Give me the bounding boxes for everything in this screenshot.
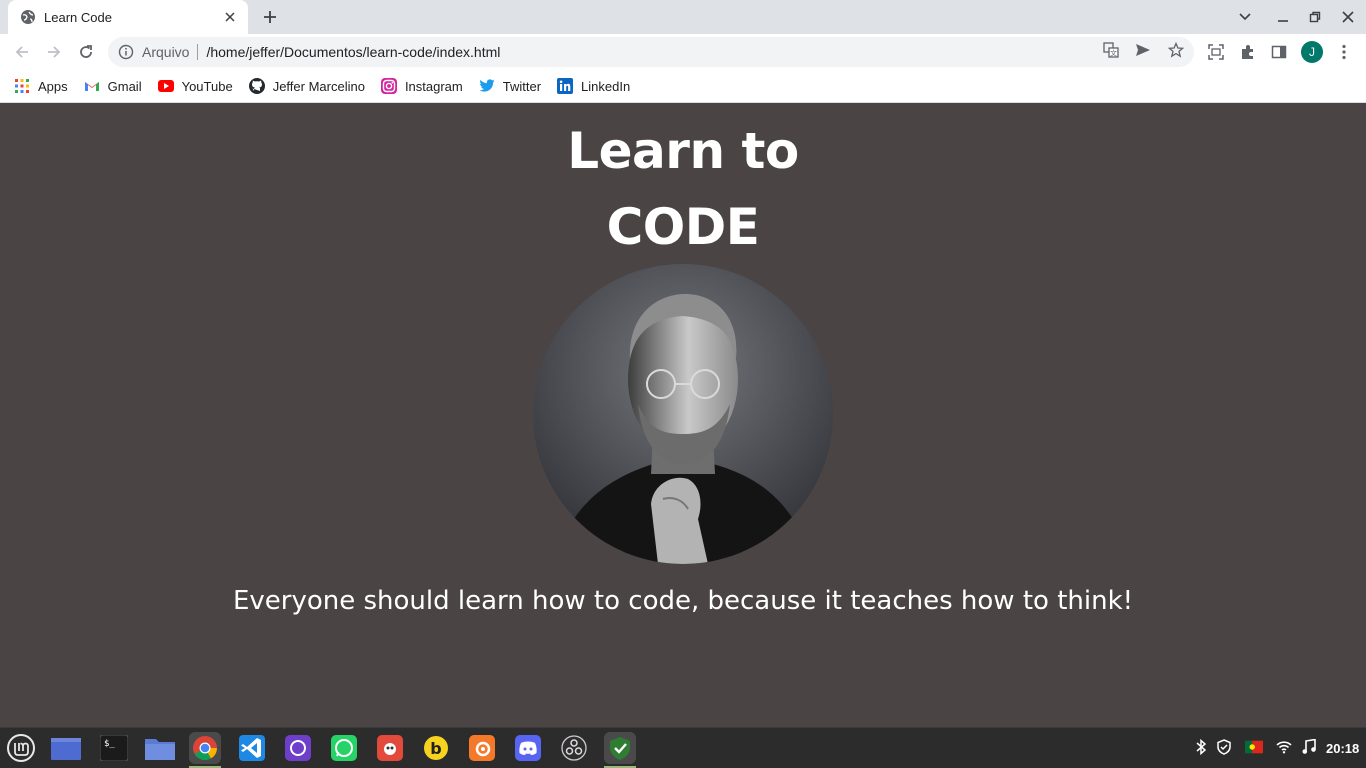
bookmark-label: Apps: [38, 78, 68, 94]
whatsapp-icon[interactable]: [328, 732, 360, 764]
blender-icon[interactable]: [466, 732, 498, 764]
update-shield-icon[interactable]: [1215, 738, 1233, 756]
bluetooth-icon[interactable]: [1192, 738, 1210, 756]
heading-line-1: Learn to: [567, 122, 799, 180]
github-icon: [248, 78, 265, 94]
discord-icon[interactable]: [512, 732, 544, 764]
shield-app-icon[interactable]: [604, 732, 636, 768]
bookmark-github[interactable]: Jeffer Marcelino: [248, 78, 365, 94]
new-tab-icon[interactable]: [259, 6, 281, 28]
svg-text:文: 文: [1110, 49, 1117, 58]
translate-icon[interactable]: 文: [1102, 41, 1120, 59]
heading-line-2: CODE: [606, 198, 760, 256]
reload-icon[interactable]: [74, 40, 98, 64]
bookmark-star-icon[interactable]: [1167, 41, 1185, 59]
bookmarks-bar: Apps Gmail YouTube Jeffer Marcelino Inst…: [0, 70, 1366, 103]
wifi-icon[interactable]: [1275, 738, 1293, 756]
bookmark-label: LinkedIn: [581, 78, 631, 94]
browser-toolbar: Arquivo /home/jeffer/Documentos/learn-co…: [0, 34, 1366, 70]
portrait-image: [533, 264, 833, 564]
bookmark-instagram[interactable]: Instagram: [380, 78, 463, 94]
terminal-icon[interactable]: $_: [98, 732, 130, 764]
omnibox-divider: [197, 44, 199, 60]
tab-title: Learn Code: [44, 9, 112, 25]
gimp-icon[interactable]: [374, 732, 406, 764]
browser-tab[interactable]: Learn Code: [8, 0, 248, 34]
apps-grid-icon: [14, 78, 30, 94]
profile-avatar[interactable]: J: [1301, 41, 1323, 63]
youtube-icon: [157, 78, 174, 94]
bookmark-linkedin[interactable]: LinkedIn: [557, 78, 630, 94]
mint-menu-icon[interactable]: [5, 732, 37, 764]
tab-search-icon[interactable]: [1234, 6, 1256, 28]
restore-icon[interactable]: [1304, 6, 1326, 28]
omnibox-url[interactable]: /home/jeffer/Documentos/learn-code/index…: [206, 44, 1194, 60]
side-panel-icon[interactable]: [1270, 43, 1288, 61]
minimize-icon[interactable]: [1272, 6, 1294, 28]
tagline: Everyone should learn how to code, becau…: [232, 586, 1134, 616]
globe-icon: [20, 9, 36, 25]
bookmark-twitter[interactable]: Twitter: [479, 78, 541, 94]
kebab-menu-icon[interactable]: [1335, 43, 1353, 61]
page-content: Learn to CODE Everyone should learn how …: [0, 104, 1366, 727]
twitter-icon: [479, 78, 495, 94]
close-tab-icon[interactable]: [222, 9, 238, 25]
instagram-icon: [380, 78, 397, 94]
obs-icon[interactable]: [558, 732, 590, 764]
files-icon[interactable]: [144, 732, 176, 764]
vscode-icon[interactable]: [236, 732, 268, 764]
taskbar: $_ b 20:18: [0, 727, 1366, 768]
bookmark-label: Instagram: [404, 78, 463, 94]
svg-text:b: b: [430, 739, 441, 758]
tab-strip: Learn Code: [0, 0, 1366, 34]
address-bar[interactable]: Arquivo /home/jeffer/Documentos/learn-co…: [108, 37, 1194, 67]
github-desktop-icon[interactable]: [282, 732, 314, 764]
clock[interactable]: 20:18: [1326, 741, 1359, 756]
omnibox-scheme: Arquivo: [142, 44, 190, 60]
bitwarden-icon[interactable]: b: [420, 732, 452, 764]
gmail-icon: [84, 78, 100, 94]
svg-text:$_: $_: [104, 739, 115, 749]
portugal-flag-icon[interactable]: [1245, 738, 1263, 756]
forward-icon[interactable]: [42, 40, 66, 64]
linkedin-icon: [557, 78, 574, 94]
extensions-icon[interactable]: [1239, 43, 1257, 61]
bookmark-apps[interactable]: Apps: [14, 78, 68, 94]
back-icon[interactable]: [10, 40, 34, 64]
chrome-icon[interactable]: [189, 732, 221, 768]
info-icon[interactable]: [118, 44, 134, 60]
bookmark-youtube[interactable]: YouTube: [157, 78, 233, 94]
bookmark-gmail[interactable]: Gmail: [84, 78, 142, 94]
close-window-icon[interactable]: [1337, 6, 1359, 28]
sound-icon[interactable]: [1300, 738, 1318, 756]
send-icon[interactable]: [1134, 41, 1152, 59]
bookmark-label: Twitter: [502, 78, 542, 94]
bookmark-label: Jeffer Marcelino: [272, 78, 365, 94]
bookmark-label: Gmail: [107, 78, 142, 94]
show-desktop-icon[interactable]: [50, 732, 82, 764]
bookmark-label: YouTube: [181, 78, 233, 94]
screenshot-icon[interactable]: [1207, 43, 1225, 61]
